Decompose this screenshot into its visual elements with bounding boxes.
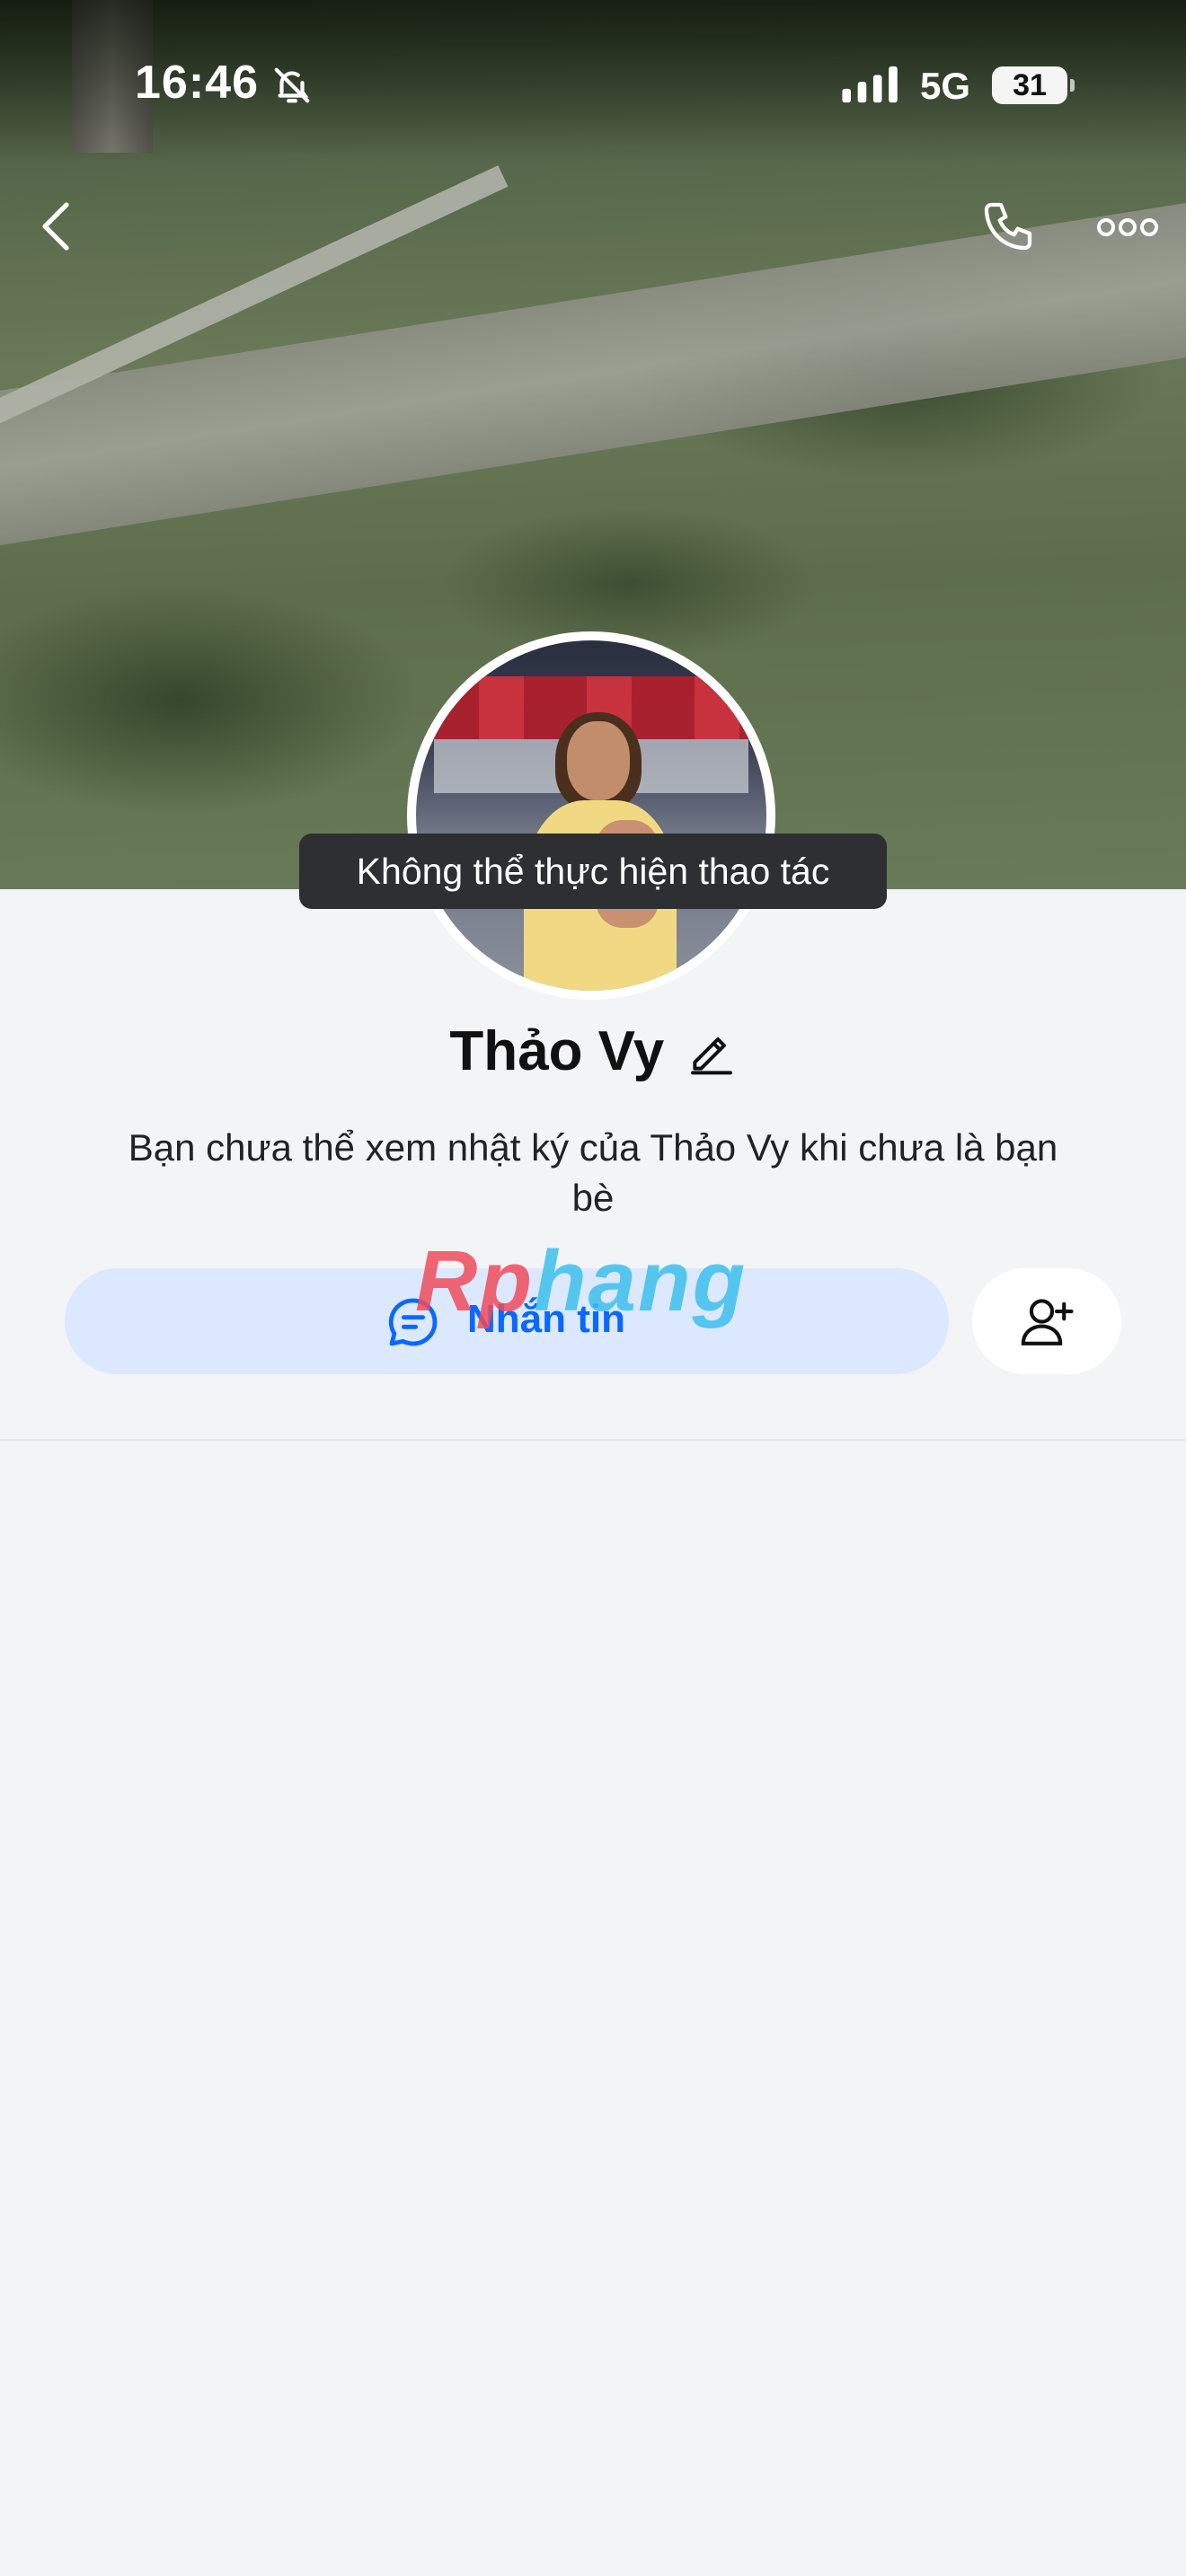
profile-description: Bạn chưa thể xem nhật ký của Thảo Vy khi…: [128, 1126, 1058, 1219]
pencil-icon[interactable]: [686, 1027, 737, 1077]
network-type: 5G: [920, 65, 971, 107]
status-bar: 16:46 5G 31: [0, 0, 1186, 162]
watermark-part1: Rp: [415, 1233, 534, 1329]
chevron-left-icon[interactable]: [34, 199, 77, 253]
avatar[interactable]: [416, 640, 766, 991]
phone-icon[interactable]: [979, 198, 1037, 255]
watermark-logo: Rphang: [415, 1232, 747, 1331]
profile-name: Thảo Vy: [449, 1020, 665, 1082]
more-horizontal-icon[interactable]: [1096, 214, 1159, 241]
avatar-face: [567, 721, 630, 800]
add-friend-icon: [1021, 1299, 1074, 1345]
toast-message: Không thể thực hiện thao tác: [299, 834, 887, 909]
watermark-part2: hang: [533, 1233, 748, 1329]
battery-level: 31: [992, 66, 1075, 104]
profile-name-row: Thảo Vy: [0, 1019, 1186, 1083]
add-friend-button[interactable]: [972, 1268, 1121, 1374]
bell-slash-icon: [274, 67, 310, 103]
signal-icon: [842, 66, 898, 103]
status-time: 16:46: [135, 57, 259, 109]
section-divider: [0, 1439, 1186, 1441]
